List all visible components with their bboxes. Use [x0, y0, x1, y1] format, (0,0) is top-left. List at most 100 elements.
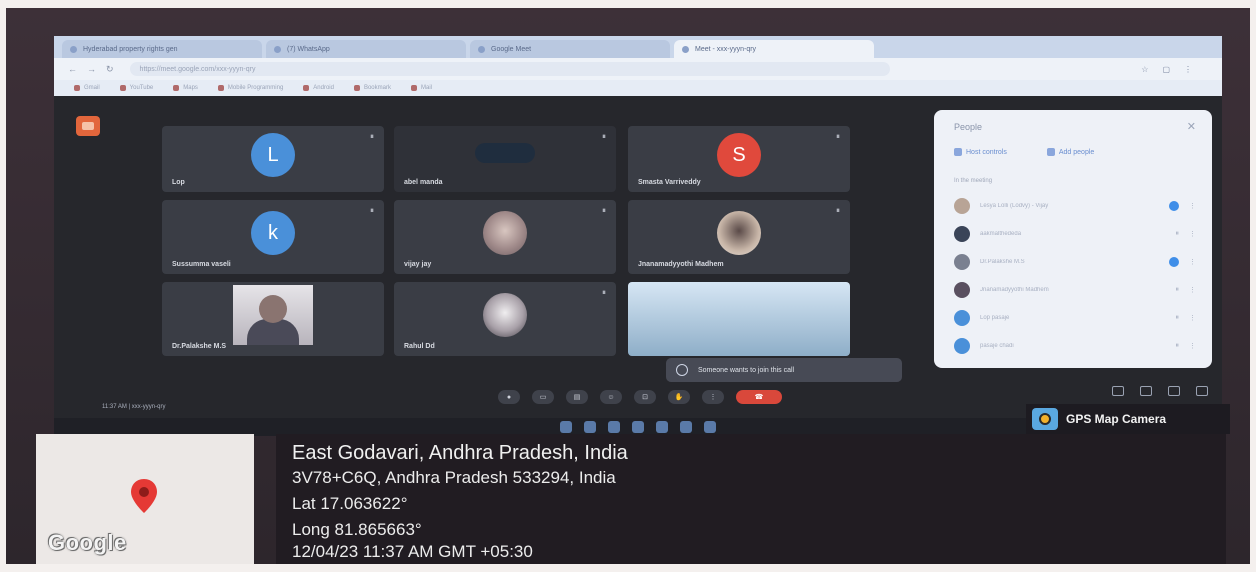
more-icon[interactable]: ⋮: [1189, 286, 1196, 294]
bookmark-item[interactable]: Maps: [173, 85, 198, 91]
forward-icon[interactable]: →: [87, 64, 96, 74]
call-controls: ● ▭ ▤ ☺ ⊡ ✋ ⋮ ☎: [498, 390, 782, 404]
taskbar-app-icon[interactable]: [632, 421, 644, 433]
host-controls-button[interactable]: Host controls: [954, 148, 1007, 156]
bookmark-item[interactable]: Bookmark: [354, 85, 391, 91]
taskbar-app-icon[interactable]: [560, 421, 572, 433]
more-icon[interactable]: ⋮: [1189, 230, 1196, 238]
participant-name: Dr.Palakshe M.S: [172, 343, 227, 350]
browser-tab-active[interactable]: Meet - xxx-yyyn-qry: [674, 40, 874, 58]
participant-video: [628, 282, 850, 356]
bookmark-item[interactable]: Mail: [411, 85, 432, 91]
bookmark-item[interactable]: Android: [303, 85, 334, 91]
participant-tile[interactable]: ⏸ vijay jay: [394, 200, 616, 274]
url-input[interactable]: https://meet.google.com/xxx-yyyn-qry: [129, 62, 890, 76]
people-row[interactable]: pasaje chadi ⏸ ⋮: [954, 332, 1196, 360]
bookmark-item[interactable]: YouTube: [120, 85, 154, 91]
mic-off-icon: ⏸: [1175, 342, 1180, 349]
participant-tile[interactable]: [628, 282, 850, 356]
info-icon[interactable]: [1112, 386, 1124, 396]
extensions-icon[interactable]: ▢: [1162, 65, 1170, 74]
people-icon[interactable]: [1140, 386, 1152, 396]
browser-tab[interactable]: Google Meet: [470, 40, 670, 58]
browser-tab[interactable]: (7) WhatsApp: [266, 40, 466, 58]
captions-icon[interactable]: ▤: [566, 390, 588, 404]
people-panel-title: People: [954, 122, 983, 132]
people-row[interactable]: aakmalthededa ⏸ ⋮: [954, 220, 1196, 248]
participant-avatar: L: [251, 133, 295, 177]
mic-off-icon: ⏸: [602, 206, 606, 215]
google-logo: Google: [48, 530, 127, 555]
tab-favicon-icon: [682, 45, 689, 53]
menu-icon[interactable]: ⋮: [1184, 65, 1192, 74]
people-row[interactable]: Lop pasaje ⏸ ⋮: [954, 304, 1196, 332]
avatar: [954, 282, 970, 298]
add-people-button[interactable]: Add people: [1047, 148, 1094, 156]
people-panel: People ✕ Host controls Add people In the…: [934, 110, 1212, 368]
taskbar-app-icon[interactable]: [608, 421, 620, 433]
browser-tabbar: Hyderabad property rights gen (7) WhatsA…: [54, 36, 1222, 58]
mic-off-icon: ⏸: [602, 132, 606, 141]
participant-tile[interactable]: Dr.Palakshe M.S: [162, 282, 384, 356]
participant-name: Lop: [172, 179, 185, 186]
taskbar-app-icon[interactable]: [584, 421, 596, 433]
people-row[interactable]: Lesya Lolli (Lodvy) - Vijay ⋮: [954, 192, 1196, 220]
tab-label: Hyderabad property rights gen: [83, 45, 178, 53]
chat-icon[interactable]: [1168, 386, 1180, 396]
more-options-icon[interactable]: ⋮: [702, 390, 724, 404]
gps-app-badge: GPS Map Camera: [1026, 404, 1230, 434]
people-list: In the meeting Lesya Lolli (Lodvy) - Vij…: [954, 178, 1196, 360]
tab-favicon-icon: [478, 45, 485, 53]
camera-icon[interactable]: ▭: [532, 390, 554, 404]
mic-off-icon: ⏸: [1175, 286, 1180, 293]
participant-tile[interactable]: ⏸ Rahul Dd: [394, 282, 616, 356]
mic-off-icon: ⏸: [1175, 314, 1180, 321]
raise-hand-icon[interactable]: ✋: [668, 390, 690, 404]
participant-tile[interactable]: S ⏸ Smasta Varriveddy: [628, 126, 850, 192]
emoji-icon[interactable]: ☺: [600, 390, 622, 404]
meet-stage: L ⏸ Lop ⏸ abel manda S ⏸ Smasta Varrived…: [54, 96, 1222, 436]
participant-name: Sussumma vaseli: [172, 261, 231, 268]
bookmark-item[interactable]: Mobile Programming: [218, 85, 283, 91]
participant-tile[interactable]: ⏸ Jnanamadyyothi Madhem: [628, 200, 850, 274]
taskbar-app-icon[interactable]: [680, 421, 692, 433]
browser-tab[interactable]: Hyderabad property rights gen: [62, 40, 262, 58]
mic-off-icon: ⏸: [370, 132, 374, 141]
more-icon[interactable]: ⋮: [1189, 202, 1196, 210]
activities-icon[interactable]: [1196, 386, 1208, 396]
mic-icon[interactable]: ●: [498, 390, 520, 404]
reload-icon[interactable]: ↻: [106, 64, 114, 75]
location-datetime: 12/04/23 11:37 AM GMT +05:30: [292, 542, 533, 561]
present-icon[interactable]: ⊡: [634, 390, 656, 404]
more-icon[interactable]: ⋮: [1189, 258, 1196, 266]
tab-favicon-icon: [70, 45, 77, 53]
more-icon[interactable]: ⋮: [1189, 342, 1196, 350]
more-icon[interactable]: ⋮: [1189, 314, 1196, 322]
people-row-name: Lesya Lolli (Lodvy) - Vijay: [980, 203, 1049, 209]
people-row[interactable]: Dr.Palakshe M.S ⋮: [954, 248, 1196, 276]
join-request-toast[interactable]: Someone wants to join this call: [666, 358, 902, 382]
people-section-header: In the meeting: [954, 178, 993, 184]
participant-tile[interactable]: k ⏸ Sussumma vaseli: [162, 200, 384, 274]
taskbar-app-icon[interactable]: [656, 421, 668, 433]
photo-frame: Hyderabad property rights gen (7) WhatsA…: [6, 8, 1250, 564]
participant-name: vijay jay: [404, 261, 432, 268]
close-icon[interactable]: ✕: [1187, 120, 1196, 133]
bookmark-item[interactable]: Gmail: [74, 85, 100, 91]
back-icon[interactable]: ←: [68, 64, 77, 74]
end-call-button[interactable]: ☎: [736, 390, 782, 404]
bookmark-star-icon[interactable]: ☆: [1141, 65, 1148, 74]
people-row-name: Dr.Palakshe M.S: [980, 259, 1025, 265]
mic-off-icon: ⏸: [836, 132, 840, 141]
participant-tile[interactable]: L ⏸ Lop: [162, 126, 384, 192]
tab-label: Meet - xxx-yyyn-qry: [695, 45, 757, 53]
people-row[interactable]: Jnanamadyyothi Madhem ⏸ ⋮: [954, 276, 1196, 304]
location-address: 3V78+C6Q, Andhra Pradesh 533294, India: [292, 468, 616, 487]
taskbar-app-icon[interactable]: [704, 421, 716, 433]
tab-label: (7) WhatsApp: [287, 45, 330, 53]
location-info-box: East Godavari, Andhra Pradesh, India 3V7…: [276, 434, 1226, 564]
person-add-icon: [676, 364, 688, 376]
participant-tile[interactable]: ⏸ abel manda: [394, 126, 616, 192]
people-row-name: pasaje chadi: [980, 343, 1014, 349]
bookmarks-bar: Gmail YouTube Maps Mobile Programming An…: [54, 80, 1222, 96]
